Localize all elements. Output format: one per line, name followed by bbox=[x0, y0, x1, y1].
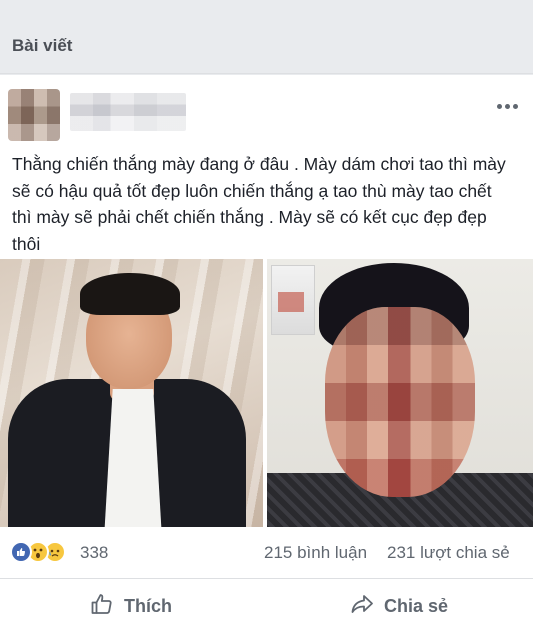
avatar[interactable] bbox=[8, 89, 60, 141]
like-label: Thích bbox=[124, 595, 172, 616]
post-card: Thằng chiến thắng mày đang ở đâu . Mày d… bbox=[0, 75, 533, 629]
reaction-count[interactable]: 338 bbox=[80, 543, 108, 563]
page-title: Bài viết bbox=[12, 36, 73, 55]
pixelated-face bbox=[325, 307, 475, 497]
top-bar: Bài viết bbox=[0, 0, 533, 74]
post-photo-left[interactable] bbox=[0, 259, 263, 527]
more-dots-icon[interactable] bbox=[497, 103, 519, 111]
reactions-bar: 338 215 bình luận 231 lượt chia sẻ bbox=[0, 527, 533, 579]
post-text: Thằng chiến thắng mày đang ở đâu . Mày d… bbox=[12, 154, 506, 254]
reaction-icons[interactable] bbox=[10, 541, 76, 565]
author-name-blurred[interactable] bbox=[70, 93, 186, 131]
share-label: Chia sẻ bbox=[384, 595, 449, 616]
share-arrow-icon bbox=[350, 592, 374, 621]
share-count[interactable]: 231 lượt chia sẻ bbox=[387, 543, 510, 563]
share-button[interactable]: Chia sẻ bbox=[350, 590, 448, 622]
post-photo-right[interactable] bbox=[267, 259, 533, 527]
like-button[interactable]: Thích bbox=[90, 590, 172, 622]
thumbs-up-icon bbox=[10, 541, 32, 563]
thumbs-up-icon bbox=[90, 592, 114, 621]
action-bar: Thích Chia sẻ bbox=[0, 580, 533, 629]
comment-count[interactable]: 215 bình luận bbox=[264, 543, 367, 563]
